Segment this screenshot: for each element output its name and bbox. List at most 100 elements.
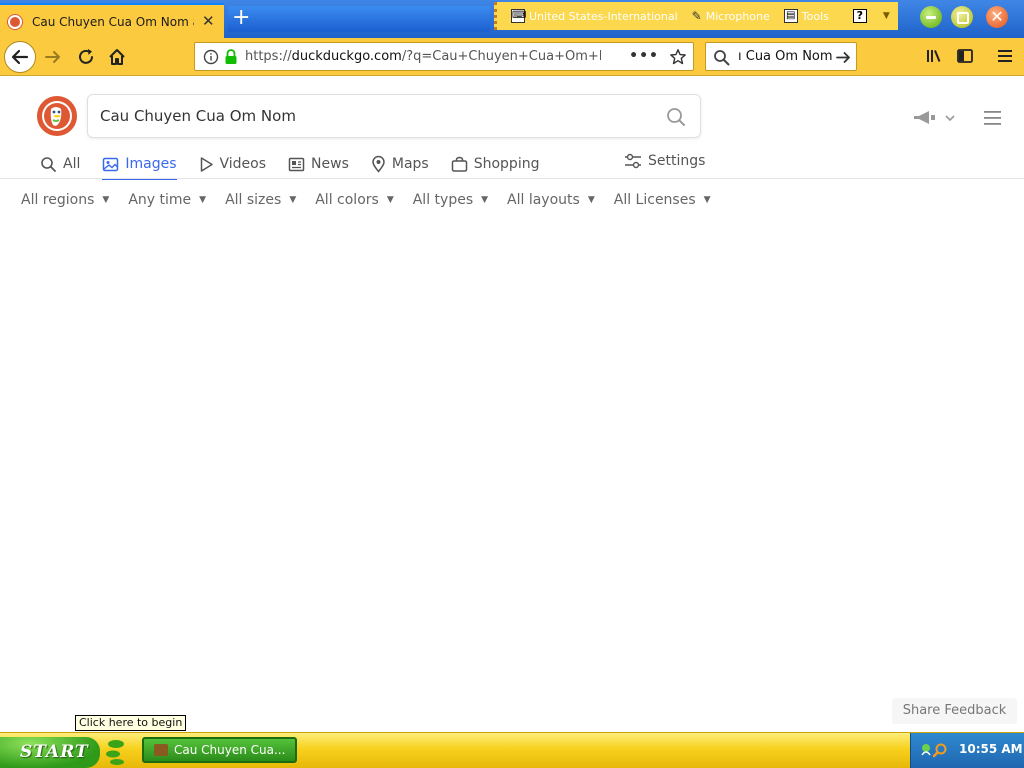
- search-go-arrow-icon[interactable]: [835, 49, 852, 66]
- sidebar-icon[interactable]: [956, 47, 974, 65]
- caret-down-icon: ▼: [386, 195, 394, 205]
- header-divider: [0, 178, 1024, 179]
- maximize-button[interactable]: [951, 6, 973, 28]
- langbar-microphone[interactable]: ✎ Microphone: [692, 9, 770, 23]
- langbar-tools-label: Tools: [801, 9, 829, 23]
- back-button[interactable]: [4, 41, 36, 73]
- map-pin-icon: [372, 155, 385, 173]
- url-prefix: https://: [245, 49, 292, 64]
- help-icon[interactable]: ?: [852, 9, 867, 23]
- tab-shopping[interactable]: Shopping: [451, 150, 540, 178]
- language-bar: ⌨ United States-International ✎ Micropho…: [494, 2, 898, 30]
- bookmark-star-icon[interactable]: [669, 48, 687, 66]
- filter-licenses[interactable]: All Licenses ▼: [614, 192, 711, 208]
- ddg-search-input[interactable]: Cau Chuyen Cua Om Nom: [87, 94, 701, 138]
- menu-icon[interactable]: [996, 48, 1014, 64]
- microphone-icon: ✎: [691, 9, 702, 23]
- tab-shopping-label: Shopping: [473, 156, 540, 172]
- close-tab-icon[interactable]: ✕: [202, 14, 215, 29]
- filter-sizes-label: All sizes: [225, 192, 282, 208]
- chevron-down-icon[interactable]: ▼: [883, 11, 890, 21]
- tab-news-label: News: [311, 156, 349, 172]
- new-tab-button[interactable]: +: [228, 6, 490, 32]
- quick-launch-icon[interactable]: [104, 736, 126, 766]
- settings-sliders-icon: [625, 153, 641, 169]
- reload-button[interactable]: [75, 46, 97, 68]
- image-filters: All regions ▼ Any time ▼ All sizes ▼ All co…: [21, 192, 730, 208]
- browser-tab[interactable]: Cau Chuyen Cua Om Nom a ✕: [0, 3, 224, 38]
- filter-time-label: Any time: [128, 192, 192, 208]
- tab-title: Cau Chuyen Cua Om Nom a: [32, 14, 194, 29]
- caret-down-icon: ▼: [199, 195, 207, 205]
- shopping-bag-icon: [451, 156, 467, 172]
- news-icon: [288, 157, 305, 171]
- taskbar-item-label: Cau Chuyen Cua...: [174, 743, 286, 757]
- settings-label: Settings: [648, 153, 706, 169]
- search-button-icon[interactable]: [666, 107, 686, 127]
- caret-down-icon: ▼: [587, 195, 595, 205]
- tab-maps-label: Maps: [391, 156, 429, 172]
- filter-layouts[interactable]: All layouts ▼: [507, 192, 595, 208]
- filter-time[interactable]: Any time ▼: [128, 192, 206, 208]
- filter-colors[interactable]: All colors ▼: [315, 192, 394, 208]
- announcement-button[interactable]: [912, 108, 958, 128]
- play-icon: [200, 156, 213, 172]
- start-tooltip: Click here to begin: [75, 715, 187, 731]
- close-window-button[interactable]: ✕: [986, 6, 1008, 28]
- filter-colors-label: All colors: [315, 192, 379, 208]
- taskbar-item-firefox[interactable]: Cau Chuyen Cua...: [142, 737, 297, 763]
- langbar-keyboard-label: United States-International: [529, 9, 678, 23]
- system-tray: 10:55 AM: [910, 733, 1024, 768]
- lock-icon[interactable]: [224, 48, 238, 65]
- tab-all[interactable]: All: [40, 150, 80, 178]
- langbar-tools[interactable]: ▤ Tools: [783, 9, 829, 23]
- home-button[interactable]: [106, 46, 128, 68]
- navigation-toolbar: https://duckduckgo.com/?q=Cau+Chuyen+Cua…: [0, 38, 1024, 76]
- url-bar[interactable]: https://duckduckgo.com/?q=Cau+Chuyen+Cua…: [194, 42, 694, 71]
- filter-regions[interactable]: All regions ▼: [21, 192, 109, 208]
- filter-types[interactable]: All types ▼: [413, 192, 488, 208]
- forward-button[interactable]: [42, 46, 64, 68]
- image-icon: [103, 157, 119, 171]
- ddg-menu-icon[interactable]: [984, 110, 1002, 125]
- caret-down-icon: ▼: [481, 195, 489, 205]
- tab-videos[interactable]: Videos: [199, 150, 267, 178]
- filter-layouts-label: All layouts: [507, 192, 580, 208]
- tab-videos-label: Videos: [219, 156, 267, 172]
- page-actions-more-icon[interactable]: •••: [629, 48, 659, 64]
- tab-images[interactable]: Images: [102, 150, 177, 180]
- start-button[interactable]: START: [0, 737, 100, 768]
- filter-sizes[interactable]: All sizes ▼: [225, 192, 296, 208]
- duck-logo-icon: [42, 101, 72, 131]
- share-feedback-button[interactable]: Share Feedback: [892, 698, 1017, 724]
- url-host: duckduckgo.com: [291, 49, 402, 64]
- search-icon: [41, 156, 56, 172]
- browser-search-bar[interactable]: ı Cua Om Nom: [705, 42, 857, 71]
- langbar-microphone-label: Microphone: [705, 9, 770, 23]
- url-rest: /?q=Cau+Chuyen+Cua+Om+N: [401, 49, 601, 64]
- app-window-icon: [154, 744, 168, 756]
- tab-all-label: All: [63, 156, 81, 172]
- minimize-button[interactable]: [920, 6, 942, 28]
- caret-down-icon: ▼: [289, 195, 297, 205]
- langbar-keyboard[interactable]: ⌨ United States-International: [511, 9, 678, 23]
- settings-button[interactable]: Settings: [624, 150, 705, 172]
- forward-arrow-icon: [45, 51, 60, 63]
- filter-types-label: All types: [412, 192, 474, 208]
- library-icon[interactable]: [925, 47, 943, 65]
- tab-maps[interactable]: Maps: [371, 150, 429, 178]
- url-text: https://duckduckgo.com/?q=Cau+Chuyen+Cua…: [245, 49, 601, 64]
- search-type-tabs: All Images Videos News Maps Shopping: [40, 150, 561, 180]
- tray-icons[interactable]: [919, 741, 951, 759]
- clock: 10:55 AM: [959, 742, 1023, 756]
- ddg-search-query: Cau Chuyen Cua Om Nom: [100, 107, 296, 125]
- filter-regions-label: All regions: [21, 192, 95, 208]
- megaphone-icon: [914, 111, 955, 124]
- duckduckgo-logo[interactable]: [37, 96, 77, 136]
- duckduckgo-favicon-icon: [8, 14, 22, 29]
- tab-news[interactable]: News: [288, 150, 349, 178]
- info-icon[interactable]: [203, 49, 219, 65]
- home-icon: [109, 49, 125, 65]
- tools-icon: ▤: [783, 9, 798, 23]
- browser-search-value: ı Cua Om Nom: [738, 49, 833, 64]
